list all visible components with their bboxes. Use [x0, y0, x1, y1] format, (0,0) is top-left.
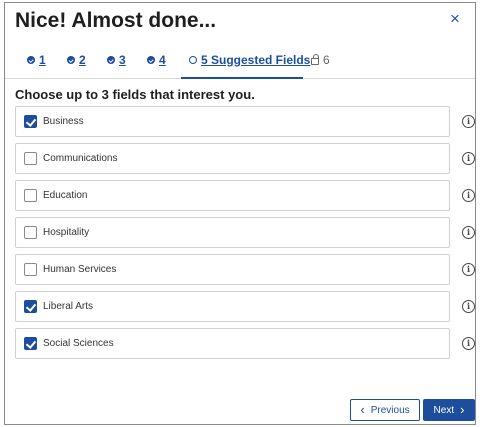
- field-option-education[interactable]: Education: [15, 180, 450, 211]
- list-item: Liberal Arts i: [15, 291, 475, 322]
- step-5-current[interactable]: 5 Suggested Fields: [189, 53, 310, 67]
- step-label: 6: [323, 53, 330, 67]
- info-icon[interactable]: i: [462, 152, 475, 165]
- current-step-indicator: [181, 77, 303, 79]
- field-option-human-services[interactable]: Human Services: [15, 254, 450, 285]
- checkbox[interactable]: [24, 337, 37, 350]
- info-icon[interactable]: i: [462, 337, 475, 350]
- current-step-circle-icon: [189, 56, 197, 64]
- step-label: 1: [39, 53, 46, 67]
- instruction-text: Choose up to 3 fields that interest you.: [15, 87, 255, 102]
- field-option-business[interactable]: Business: [15, 106, 450, 137]
- checkbox[interactable]: [24, 189, 37, 202]
- info-icon[interactable]: i: [462, 300, 475, 313]
- step-label: 3: [119, 53, 126, 67]
- checkbox[interactable]: [24, 263, 37, 276]
- chevron-right-icon: ›: [460, 402, 465, 417]
- chevron-left-icon: ‹: [360, 402, 365, 417]
- step-label: 4: [159, 53, 166, 67]
- dialog-title: Nice! Almost done...: [15, 9, 217, 32]
- step-2[interactable]: 2: [67, 53, 86, 67]
- step-3[interactable]: 3: [107, 53, 126, 67]
- dialog-footer: ‹ Previous Next ›: [5, 399, 475, 423]
- option-label: Communications: [43, 153, 118, 164]
- step-label: 2: [79, 53, 86, 67]
- next-label: Next: [433, 404, 455, 416]
- field-option-liberal-arts[interactable]: Liberal Arts: [15, 291, 450, 322]
- check-circle-icon: [27, 56, 35, 64]
- info-icon[interactable]: i: [462, 226, 475, 239]
- checkbox[interactable]: [24, 300, 37, 313]
- option-label: Human Services: [43, 264, 117, 275]
- list-item: Education i: [15, 180, 475, 211]
- field-option-communications[interactable]: Communications: [15, 143, 450, 174]
- next-button[interactable]: Next ›: [423, 399, 475, 421]
- check-circle-icon: [107, 56, 115, 64]
- progress-stepper: 1 2 3 4 5 Suggested Fields 6: [5, 49, 475, 79]
- option-label: Education: [43, 190, 88, 201]
- list-item: Hospitality i: [15, 217, 475, 248]
- step-6-locked: 6: [311, 53, 330, 67]
- close-icon[interactable]: ×: [447, 10, 463, 27]
- check-circle-icon: [147, 56, 155, 64]
- check-circle-icon: [67, 56, 75, 64]
- field-option-hospitality[interactable]: Hospitality: [15, 217, 450, 248]
- option-label: Hospitality: [43, 227, 90, 238]
- info-icon[interactable]: i: [462, 189, 475, 202]
- suggested-fields-dialog: Nice! Almost done... × 1 2 3 4 5 Suggest…: [4, 2, 476, 425]
- previous-label: Previous: [370, 404, 410, 416]
- previous-button[interactable]: ‹ Previous: [350, 399, 420, 421]
- field-option-social-sciences[interactable]: Social Sciences: [15, 328, 450, 359]
- option-label: Social Sciences: [43, 338, 114, 349]
- option-label: Business: [43, 116, 84, 127]
- step-1[interactable]: 1: [27, 53, 46, 67]
- list-item: Human Services i: [15, 254, 475, 285]
- option-label: Liberal Arts: [43, 301, 94, 312]
- step-label: 5 Suggested Fields: [201, 53, 311, 67]
- list-item: Business i: [15, 106, 475, 137]
- list-item: Social Sciences i: [15, 328, 475, 359]
- list-item: Communications i: [15, 143, 475, 174]
- info-icon[interactable]: i: [462, 115, 475, 128]
- step-4[interactable]: 4: [147, 53, 166, 67]
- info-icon[interactable]: i: [462, 263, 475, 276]
- checkbox[interactable]: [24, 226, 37, 239]
- lock-icon: [311, 54, 319, 65]
- checkbox[interactable]: [24, 152, 37, 165]
- field-options-list: Business i Communications i Education i …: [15, 106, 475, 365]
- checkbox[interactable]: [24, 115, 37, 128]
